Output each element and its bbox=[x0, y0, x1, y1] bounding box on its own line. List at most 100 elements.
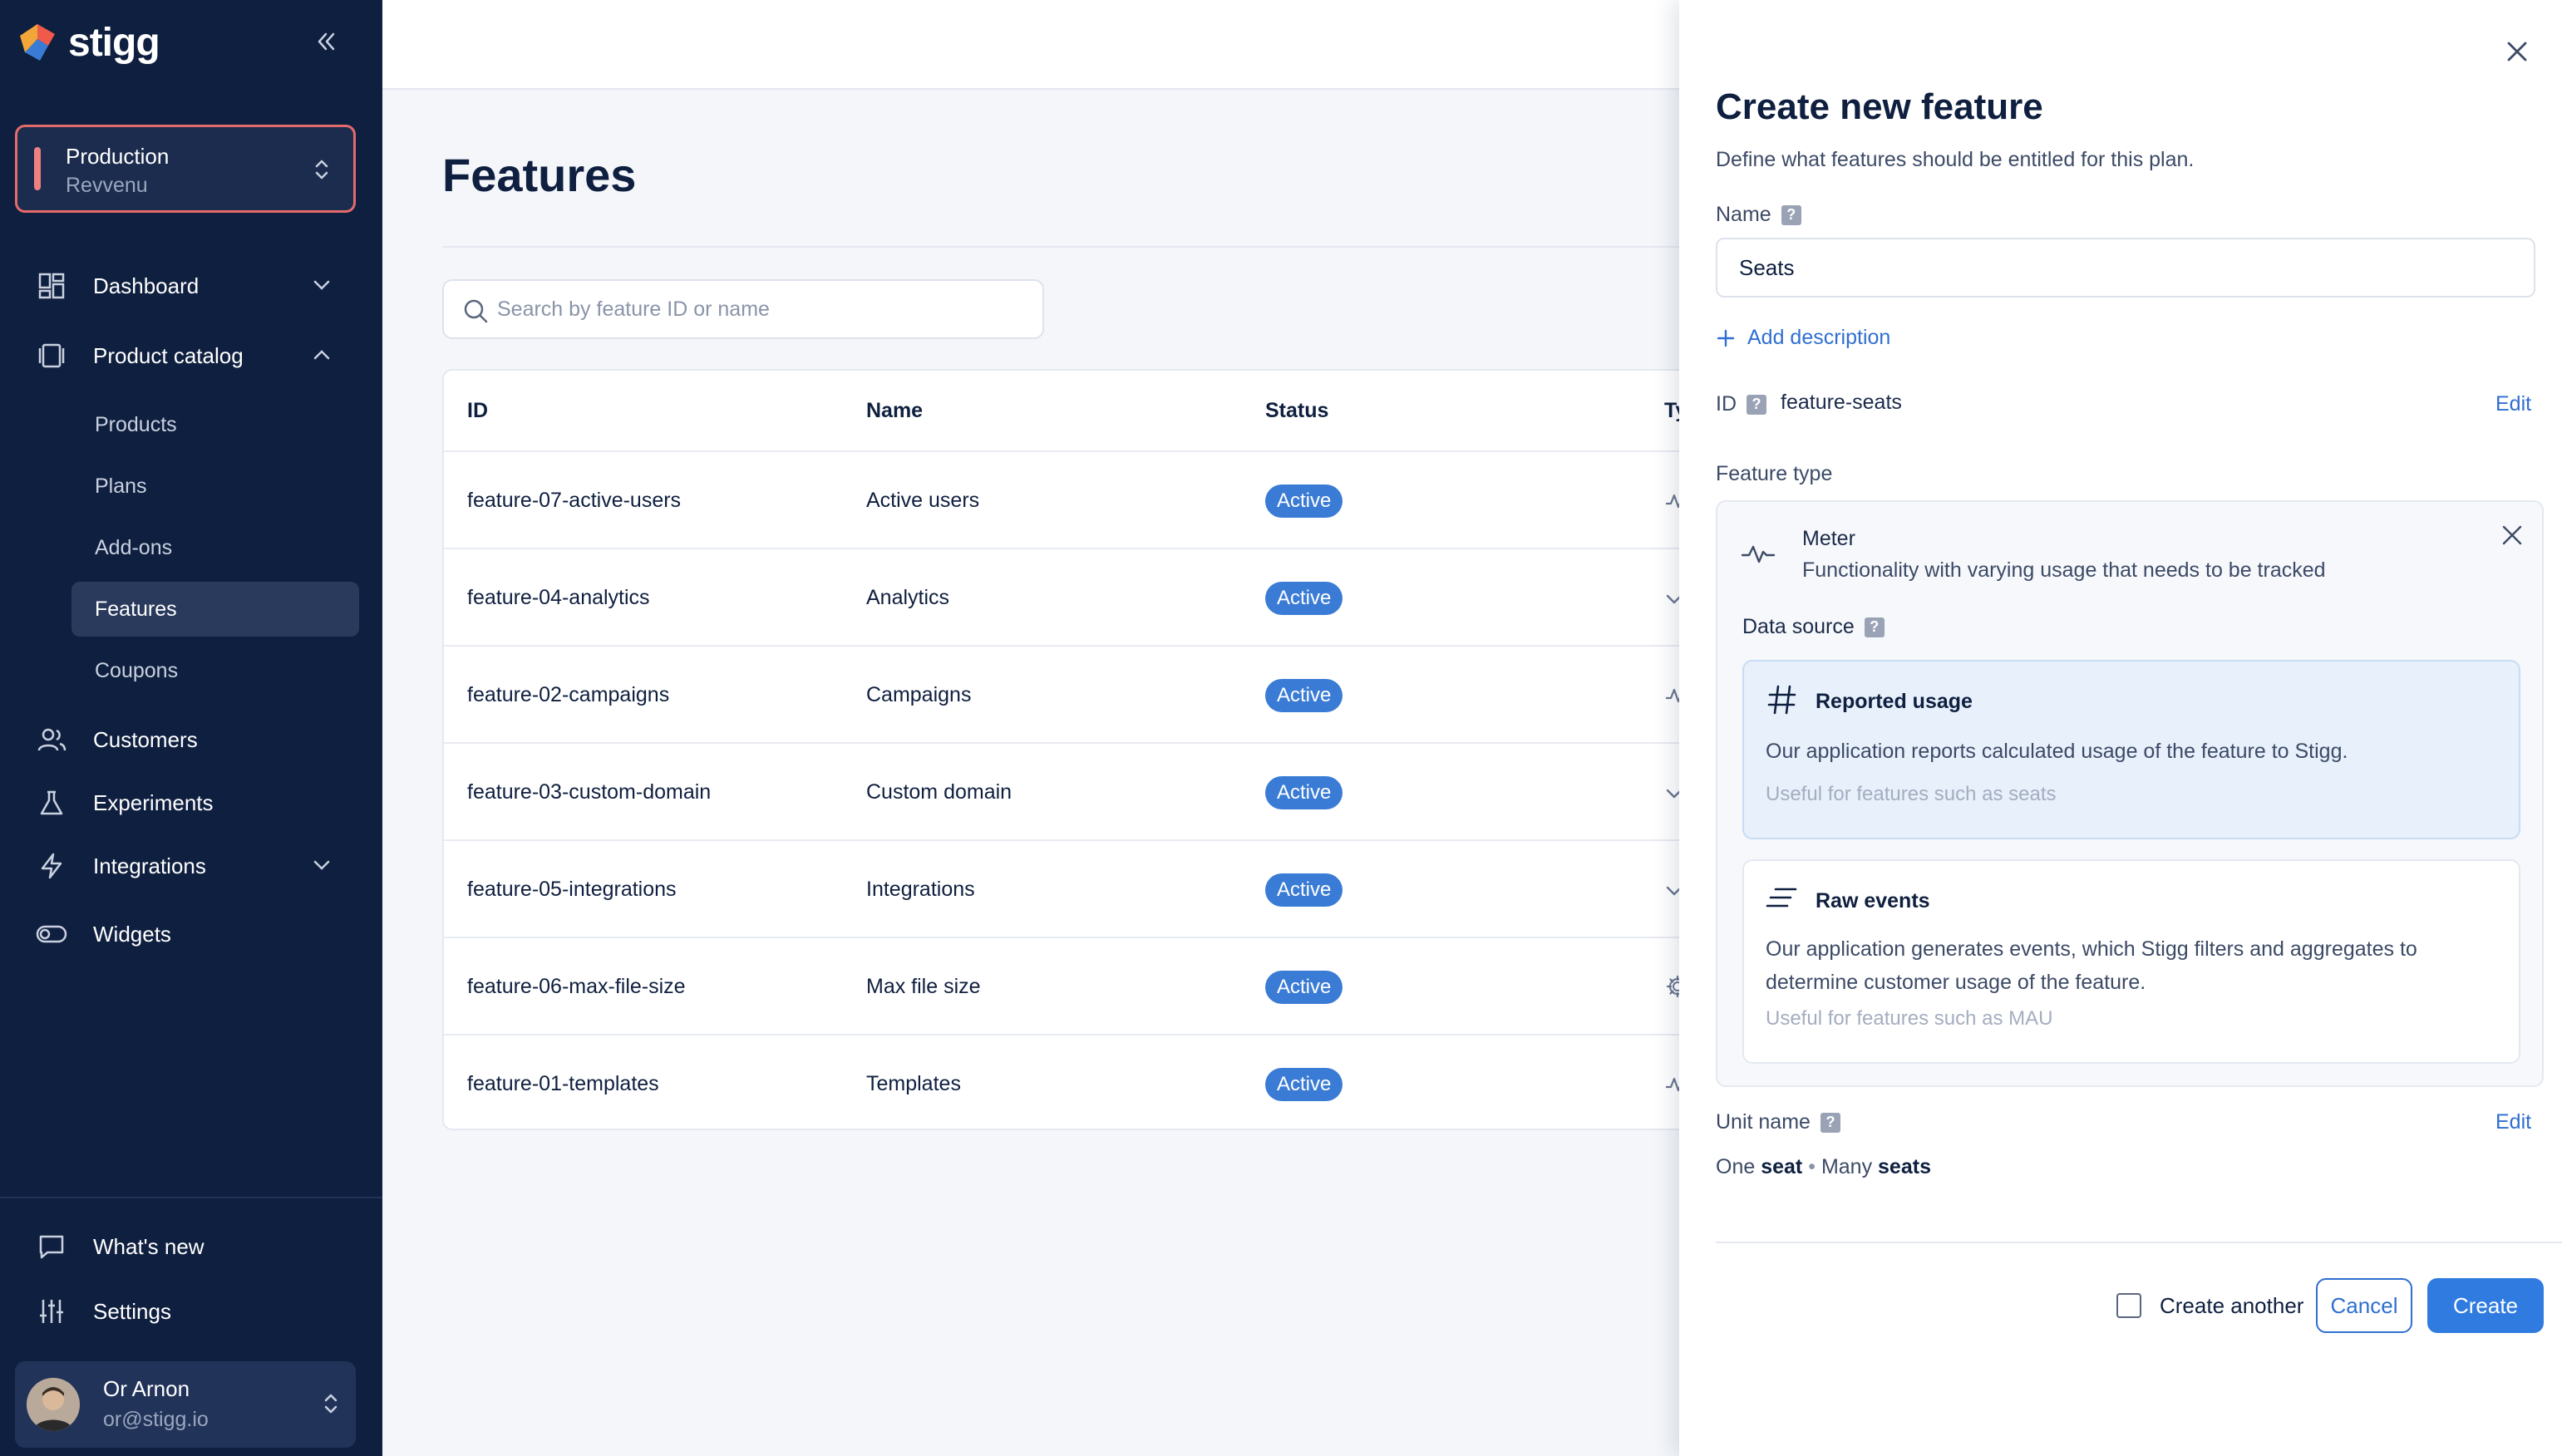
add-description-label: Add description bbox=[1747, 326, 1891, 349]
close-icon[interactable] bbox=[2502, 37, 2532, 66]
unit-name-label-text: Unit name bbox=[1716, 1110, 1811, 1134]
environment-color-bar bbox=[34, 147, 41, 190]
feature-name: Custom domain bbox=[866, 780, 1012, 804]
unit-name-label: Unit name ? bbox=[1716, 1110, 1840, 1134]
nav-settings-label: Settings bbox=[93, 1298, 171, 1324]
data-source-raw-events[interactable]: Raw events Our application generates eve… bbox=[1742, 859, 2520, 1064]
chat-bubble-icon bbox=[33, 1228, 70, 1265]
chevron-updown-icon bbox=[324, 1394, 337, 1414]
status-cell: Active bbox=[1265, 938, 1343, 1035]
flask-icon bbox=[33, 785, 70, 821]
environment-selector[interactable]: Production Revvenu bbox=[15, 125, 356, 213]
edit-unit-link[interactable]: Edit bbox=[2495, 1110, 2531, 1134]
user-email: or@stigg.io bbox=[103, 1408, 209, 1431]
column-header-status[interactable]: Status bbox=[1265, 371, 1328, 450]
status-cell: Active bbox=[1265, 841, 1343, 938]
nav-integrations-label: Integrations bbox=[93, 853, 206, 878]
data-source-hint: Useful for features such as MAU bbox=[1766, 1007, 2053, 1030]
create-another-checkbox[interactable] bbox=[2116, 1293, 2141, 1318]
feature-id: feature-06-max-file-size bbox=[467, 975, 686, 998]
search-icon bbox=[464, 299, 488, 323]
nav-product-catalog-label: Product catalog bbox=[93, 342, 244, 368]
filter-lines-icon bbox=[1766, 888, 1797, 908]
name-field-value: Seats bbox=[1739, 254, 1795, 280]
collapse-sidebar-button[interactable] bbox=[309, 25, 342, 58]
sidebar-divider bbox=[0, 1197, 382, 1198]
brand-logo[interactable]: stigg bbox=[15, 20, 160, 66]
unit-name-value: One seat • Many seats bbox=[1716, 1155, 1931, 1179]
edit-id-link[interactable]: Edit bbox=[2495, 392, 2531, 416]
sliders-icon bbox=[33, 1293, 70, 1330]
data-source-title: Reported usage bbox=[1816, 690, 1973, 713]
feature-name: Active users bbox=[866, 489, 980, 512]
add-description-link[interactable]: Add description bbox=[1716, 326, 1890, 350]
search-placeholder: Search by feature ID or name bbox=[497, 297, 770, 321]
name-field[interactable]: Seats bbox=[1716, 238, 2535, 298]
meter-pulse-icon bbox=[1741, 545, 1776, 563]
id-label: ID ? bbox=[1716, 392, 1766, 416]
double-chevron-left-icon bbox=[318, 32, 335, 51]
nav-experiments[interactable]: Experiments bbox=[33, 778, 349, 828]
feature-id: feature-04-analytics bbox=[467, 586, 650, 609]
column-header-name[interactable]: Name bbox=[866, 371, 923, 450]
help-icon[interactable]: ? bbox=[1864, 617, 1885, 637]
feature-name: Max file size bbox=[866, 975, 981, 998]
status-badge: Active bbox=[1265, 581, 1343, 615]
help-icon[interactable]: ? bbox=[1747, 394, 1766, 415]
nav-product-catalog[interactable]: Product catalog bbox=[33, 331, 349, 381]
unit-separator: • bbox=[1808, 1155, 1816, 1178]
sidebar-item-plans[interactable]: Plans bbox=[71, 459, 359, 514]
nav-settings[interactable]: Settings bbox=[33, 1286, 349, 1336]
data-source-label: Data source ? bbox=[1742, 615, 1885, 639]
user-name: Or Arnon bbox=[103, 1376, 190, 1401]
sidebar-item-add-ons[interactable]: Add-ons bbox=[71, 520, 359, 575]
nav-dashboard[interactable]: Dashboard bbox=[33, 261, 349, 311]
catalog-icon bbox=[33, 337, 70, 374]
sidebar-item-features[interactable]: Features bbox=[71, 582, 359, 637]
sidebar-item-products[interactable]: Products bbox=[71, 397, 359, 452]
feature-name: Templates bbox=[866, 1072, 961, 1095]
dashboard-icon bbox=[33, 268, 70, 304]
unit-plural: seats bbox=[1878, 1155, 1931, 1178]
help-icon[interactable]: ? bbox=[1781, 204, 1801, 225]
chevron-down-icon bbox=[313, 860, 330, 870]
create-another-label[interactable]: Create another bbox=[2160, 1293, 2303, 1319]
environment-account: Revvenu bbox=[66, 174, 148, 197]
chevron-up-icon bbox=[313, 350, 330, 360]
help-icon[interactable]: ? bbox=[1820, 1112, 1840, 1133]
feature-type-description: Functionality with varying usage that ne… bbox=[1802, 558, 2326, 582]
nav-customers-label: Customers bbox=[93, 726, 198, 752]
nav-widgets[interactable]: Widgets bbox=[33, 909, 349, 959]
status-cell: Active bbox=[1265, 744, 1343, 841]
data-source-text: Our application reports calculated usage… bbox=[1766, 740, 2348, 763]
panel-title: Create new feature bbox=[1716, 86, 2043, 127]
nav-whats-new-label: What's new bbox=[93, 1233, 204, 1259]
panel-subtitle: Define what features should be entitled … bbox=[1716, 148, 2195, 171]
create-button[interactable]: Create bbox=[2427, 1278, 2544, 1333]
user-menu[interactable]: Or Arnon or@stigg.io bbox=[15, 1361, 356, 1448]
name-label: Name ? bbox=[1716, 203, 1801, 227]
column-header-id[interactable]: ID bbox=[467, 371, 488, 450]
cancel-button[interactable]: Cancel bbox=[2316, 1278, 2412, 1333]
footer-divider bbox=[1716, 1242, 2562, 1243]
nav-experiments-label: Experiments bbox=[93, 789, 214, 815]
nav-integrations[interactable]: Integrations bbox=[33, 841, 349, 891]
data-source-title: Raw events bbox=[1816, 889, 1930, 912]
hash-icon bbox=[1767, 685, 1796, 715]
chevron-down-icon bbox=[313, 280, 330, 290]
avatar bbox=[27, 1378, 80, 1431]
nav-customers[interactable]: Customers bbox=[33, 715, 349, 765]
status-badge: Active bbox=[1265, 775, 1343, 809]
feature-id: feature-01-templates bbox=[467, 1072, 659, 1095]
clear-feature-type-icon[interactable] bbox=[2499, 522, 2525, 548]
status-cell: Active bbox=[1265, 452, 1343, 549]
nav-dashboard-label: Dashboard bbox=[93, 273, 200, 298]
sidebar-item-coupons[interactable]: Coupons bbox=[71, 643, 359, 698]
stigg-logo-icon bbox=[15, 21, 60, 66]
unit-one-prefix: One bbox=[1716, 1155, 1756, 1178]
nav-whats-new[interactable]: What's new bbox=[33, 1222, 349, 1272]
users-icon bbox=[33, 721, 70, 758]
search-input[interactable]: Search by feature ID or name bbox=[442, 279, 1044, 339]
brand-name: stigg bbox=[68, 21, 160, 65]
data-source-reported-usage[interactable]: Reported usage Our application reports c… bbox=[1742, 660, 2520, 839]
